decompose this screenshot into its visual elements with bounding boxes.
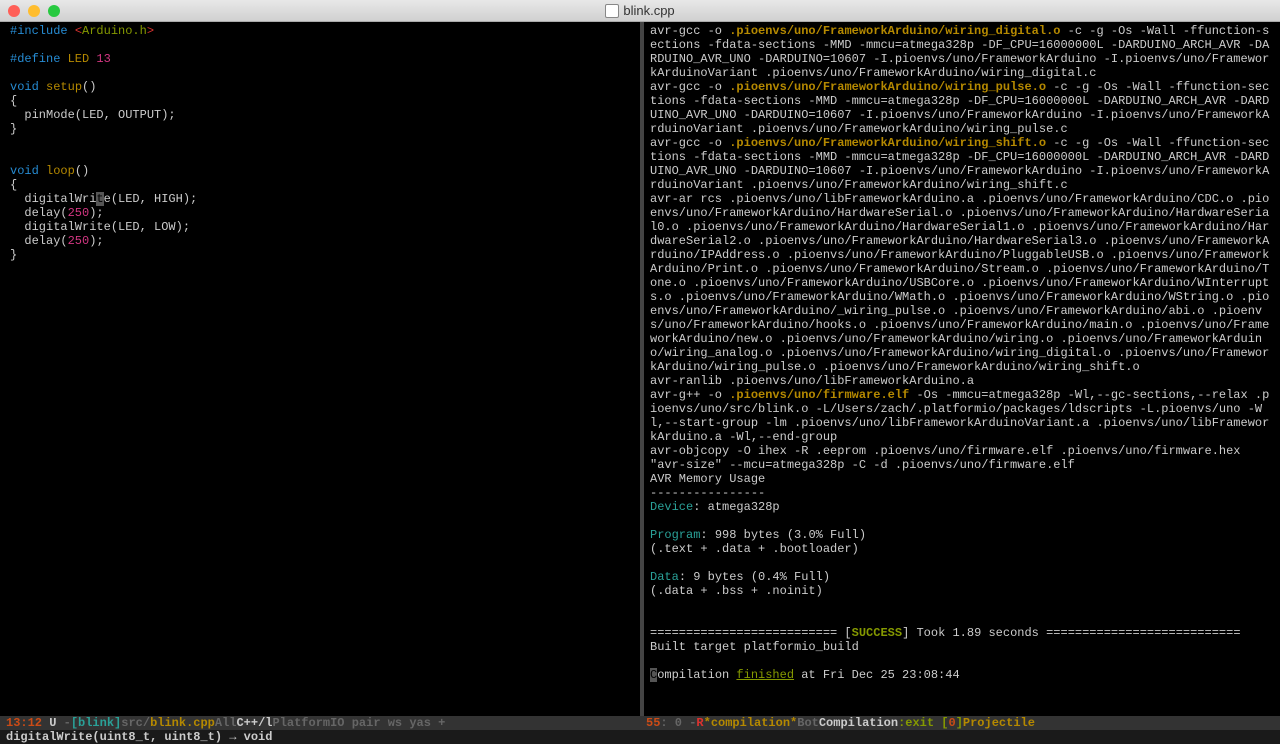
modeline-row: 13:12 U - [blink] src/ blink.cpp All C++… bbox=[0, 716, 1280, 730]
data-line: Data: 9 bytes (0.4% Full) bbox=[650, 570, 1274, 584]
program-line: Program: 998 bytes (3.0% Full) bbox=[650, 528, 1274, 542]
compile-line: avr-objcopy -O ihex -R .eeprom .pioenvs/… bbox=[650, 444, 1274, 458]
compile-line: avr-ar rcs .pioenvs/uno/libFrameworkArdu… bbox=[650, 192, 1274, 374]
compile-line: avr-gcc -o .pioenvs/uno/FrameworkArduino… bbox=[650, 136, 1274, 192]
success-line: ========================== [SUCCESS] Too… bbox=[650, 626, 1274, 640]
title-text: blink.cpp bbox=[623, 4, 674, 18]
device-line: Device: atmega328p bbox=[650, 500, 1274, 514]
built-line: Built target platformio_build bbox=[650, 640, 1274, 654]
window-titlebar: blink.cpp bbox=[0, 0, 1280, 22]
left-modeline: 13:12 U - [blink] src/ blink.cpp All C++… bbox=[0, 716, 640, 730]
compile-line: avr-g++ -o .pioenvs/uno/firmware.elf -Os… bbox=[650, 388, 1274, 444]
window-title: blink.cpp bbox=[0, 4, 1280, 18]
text-cursor: t bbox=[96, 192, 103, 206]
program-sub: (.text + .data + .bootloader) bbox=[650, 542, 1274, 556]
finished-line: Compilation finished at Fri Dec 25 23:08… bbox=[650, 668, 1274, 682]
compile-line: avr-gcc -o .pioenvs/uno/FrameworkArduino… bbox=[650, 80, 1274, 136]
compile-line: avr-gcc -o .pioenvs/uno/FrameworkArduino… bbox=[650, 24, 1274, 80]
minibuffer[interactable]: digitalWrite(uint8_t, uint8_t) → void bbox=[0, 730, 1280, 744]
mem-title: AVR Memory Usage bbox=[650, 472, 1274, 486]
compilation-pane[interactable]: avr-gcc -o .pioenvs/uno/FrameworkArduino… bbox=[640, 22, 1280, 716]
compile-line: avr-ranlib .pioenvs/uno/libFrameworkArdu… bbox=[650, 374, 1274, 388]
compile-line: "avr-size" --mcu=atmega328p -C -d .pioen… bbox=[650, 458, 1274, 472]
mem-dash: ---------------- bbox=[650, 486, 1274, 500]
file-icon bbox=[605, 4, 619, 18]
right-modeline: 55 : 0 - R *compilation* Bot Compilation… bbox=[640, 716, 1280, 730]
code-editor-pane[interactable]: #include <Arduino.h> #define LED 13 void… bbox=[0, 22, 640, 716]
data-sub: (.data + .bss + .noinit) bbox=[650, 584, 1274, 598]
